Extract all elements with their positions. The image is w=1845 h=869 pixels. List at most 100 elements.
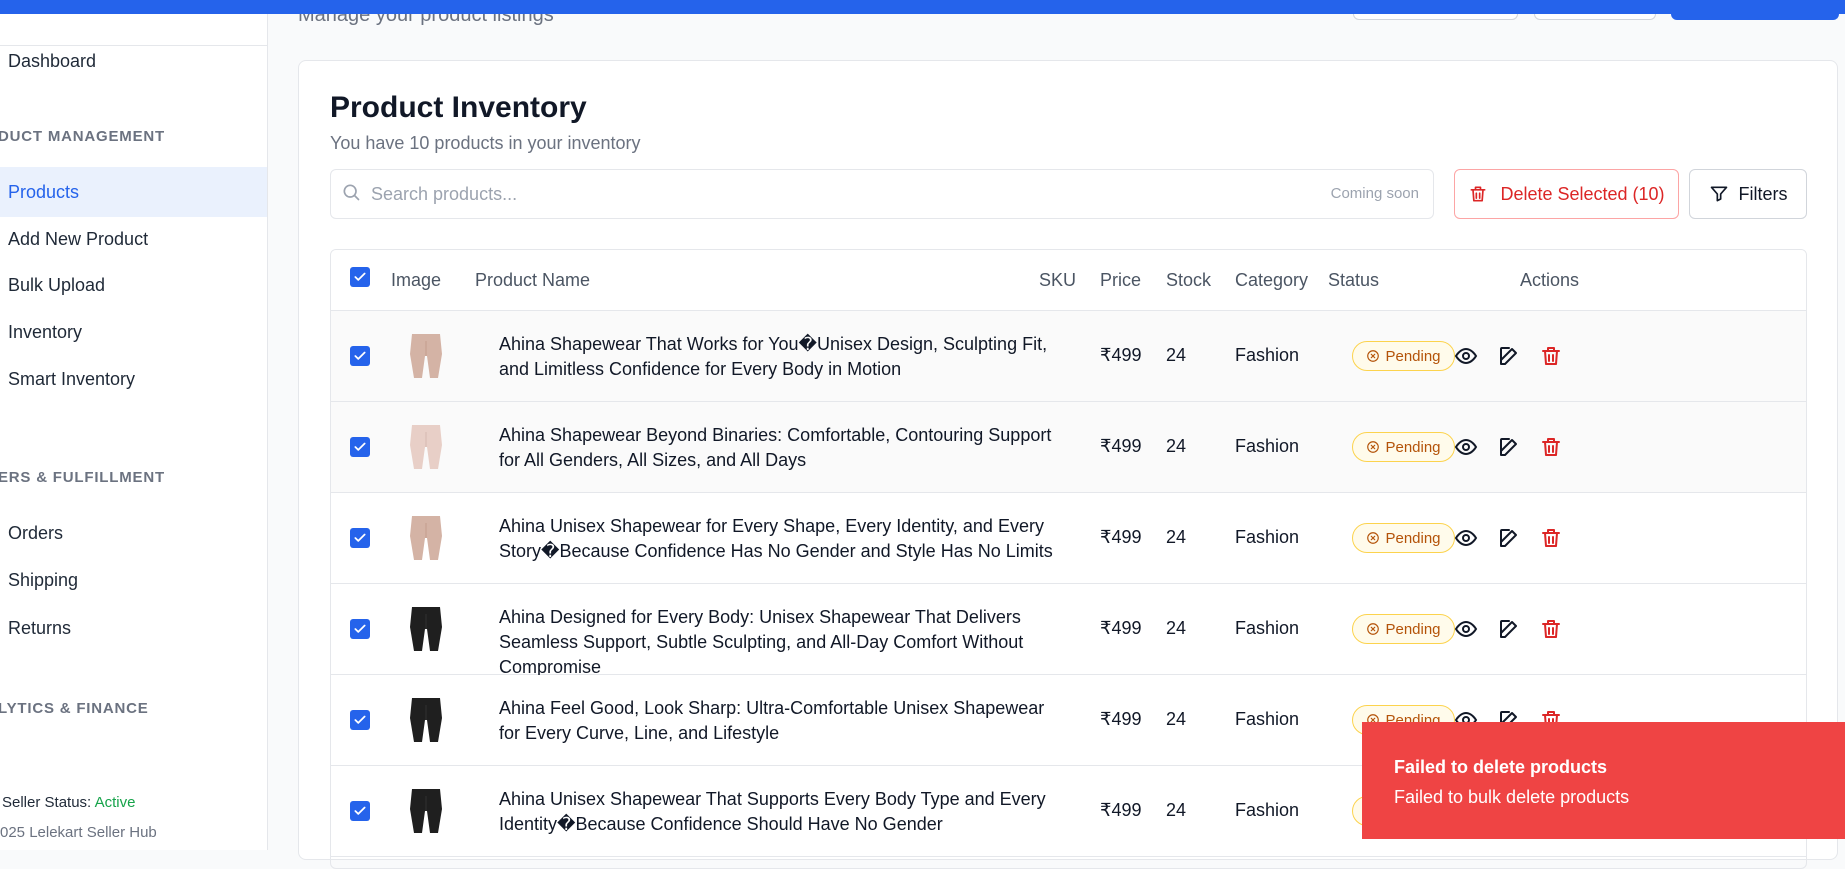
product-stock: 24 (1166, 345, 1187, 365)
product-category: Fashion (1235, 436, 1300, 456)
product-name: Ahina Shapewear Beyond Binaries: Comfort… (499, 425, 1052, 470)
product-name: Ahina Unisex Shapewear for Every Shape, … (499, 516, 1053, 561)
trash-icon (1470, 186, 1486, 202)
view-icon[interactable] (1454, 344, 1478, 368)
column-header-stock: Stock (1166, 270, 1212, 290)
delete-icon[interactable] (1539, 435, 1563, 459)
sidebar-item-bulk-upload[interactable]: Bulk Upload (0, 260, 267, 310)
sidebar-section-product-management: DUCT MANAGEMENT (0, 128, 165, 145)
sidebar-item-products[interactable]: Products (0, 167, 267, 217)
edit-icon[interactable] (1497, 617, 1521, 641)
sidebar-item-label: Add New Product (8, 228, 149, 249)
product-stock: 24 (1166, 800, 1187, 820)
sidebar-item-label: Bulk Upload (8, 274, 106, 295)
filters-label: Filters (1738, 183, 1788, 204)
sidebar-item-smart-inventory[interactable]: Smart Inventory (0, 354, 267, 404)
column-header-sku: SKU (1039, 270, 1077, 290)
select-all-checkbox[interactable] (350, 267, 370, 287)
view-icon[interactable] (1454, 435, 1478, 459)
sidebar-item-label: Shipping (8, 569, 79, 590)
row-checkbox[interactable] (350, 710, 370, 730)
view-icon[interactable] (1454, 526, 1478, 550)
status-badge: Pending (1352, 523, 1455, 553)
delete-icon[interactable] (1539, 526, 1563, 550)
product-name: Ahina Designed for Every Body: Unisex Sh… (499, 607, 1024, 677)
seller-status-value: Active (94, 794, 136, 811)
sidebar-item-shipping[interactable]: Shipping (0, 555, 267, 605)
table-row: Ahina Designed for Every Body: Unisex Sh… (331, 584, 1806, 677)
row-checkbox[interactable] (350, 619, 370, 639)
row-checkbox[interactable] (350, 437, 370, 457)
product-category: Fashion (1235, 709, 1300, 729)
sidebar-item-label: Returns (8, 617, 72, 638)
sidebar-item-inventory[interactable]: Inventory (0, 307, 267, 357)
search-coming-soon: Coming soon (1330, 185, 1419, 202)
product-price: ₹499 (1100, 345, 1142, 365)
delete-selected-button[interactable]: Delete Selected (10) (1454, 169, 1679, 219)
product-category: Fashion (1235, 618, 1300, 638)
status-badge: Pending (1352, 432, 1455, 462)
edit-icon[interactable] (1497, 526, 1521, 550)
product-price: ₹499 (1100, 618, 1142, 638)
x-circle-icon (1367, 532, 1380, 544)
edit-icon[interactable] (1497, 435, 1521, 459)
sidebar: Dashboard DUCT MANAGEMENT Products Add N… (0, 14, 268, 850)
product-thumbnail (410, 334, 442, 378)
status-label: Pending (1385, 438, 1441, 456)
delete-icon[interactable] (1539, 617, 1563, 641)
row-checkbox[interactable] (350, 346, 370, 366)
check-icon (354, 715, 366, 724)
column-header-product-name: Product Name (475, 270, 591, 290)
column-header-image: Image (391, 270, 442, 290)
product-category: Fashion (1235, 800, 1300, 820)
check-icon (354, 533, 366, 542)
product-price: ₹499 (1100, 436, 1142, 456)
view-icon[interactable] (1454, 617, 1478, 641)
sidebar-item-returns[interactable]: Returns (0, 603, 267, 653)
toast-title: Failed to delete products (1394, 757, 1608, 777)
x-circle-icon (1367, 623, 1380, 635)
delete-selected-label: Delete Selected (10) (1500, 183, 1665, 204)
product-name: Ahina Unisex Shapewear That Supports Eve… (499, 789, 1046, 834)
check-icon (354, 272, 366, 281)
sidebar-item-add-new-product[interactable]: Add New Product (0, 214, 267, 264)
column-header-price: Price (1100, 270, 1142, 290)
page-title: Product Inventory (330, 91, 587, 124)
product-thumbnail (410, 516, 442, 560)
product-stock: 24 (1166, 527, 1187, 547)
sidebar-item-orders[interactable]: Orders (0, 508, 267, 558)
status-badge: Pending (1352, 614, 1455, 644)
filters-button[interactable]: Filters (1689, 169, 1807, 219)
product-thumbnail (410, 698, 442, 742)
product-name: Ahina Feel Good, Look Sharp: Ultra-Comfo… (499, 698, 1045, 743)
edit-icon[interactable] (1497, 344, 1521, 368)
table-header: Image Product Name SKU Price Stock Categ… (331, 250, 1806, 311)
product-stock: 24 (1166, 436, 1187, 456)
check-icon (354, 351, 366, 360)
row-checkbox[interactable] (350, 528, 370, 548)
product-stock: 24 (1166, 709, 1187, 729)
sidebar-item-label: Products (8, 181, 80, 202)
row-checkbox[interactable] (350, 801, 370, 821)
filter-icon (1710, 186, 1727, 202)
delete-icon[interactable] (1539, 344, 1563, 368)
check-icon (354, 806, 366, 815)
sidebar-item-label: Dashboard (8, 50, 97, 71)
seller-status-label: Seller Status: (2, 794, 92, 811)
product-thumbnail (410, 607, 442, 651)
sidebar-item-dashboard[interactable]: Dashboard (0, 36, 267, 86)
search-input[interactable] (371, 180, 1251, 208)
product-thumbnail (410, 789, 442, 833)
check-icon (354, 624, 366, 633)
product-price: ₹499 (1100, 527, 1142, 547)
product-category: Fashion (1235, 345, 1300, 365)
table-row: Ahina Shapewear That Works for You�Unise… (331, 311, 1806, 402)
inventory-count: You have 10 products in your inventory (330, 133, 641, 153)
sidebar-item-label: Inventory (8, 321, 83, 342)
error-toast[interactable]: Failed to delete products Failed to bulk… (1362, 722, 1845, 839)
column-header-category: Category (1235, 270, 1309, 290)
status-label: Pending (1385, 620, 1441, 638)
product-price: ₹499 (1100, 800, 1142, 820)
product-price: ₹499 (1100, 709, 1142, 729)
check-icon (354, 442, 366, 451)
